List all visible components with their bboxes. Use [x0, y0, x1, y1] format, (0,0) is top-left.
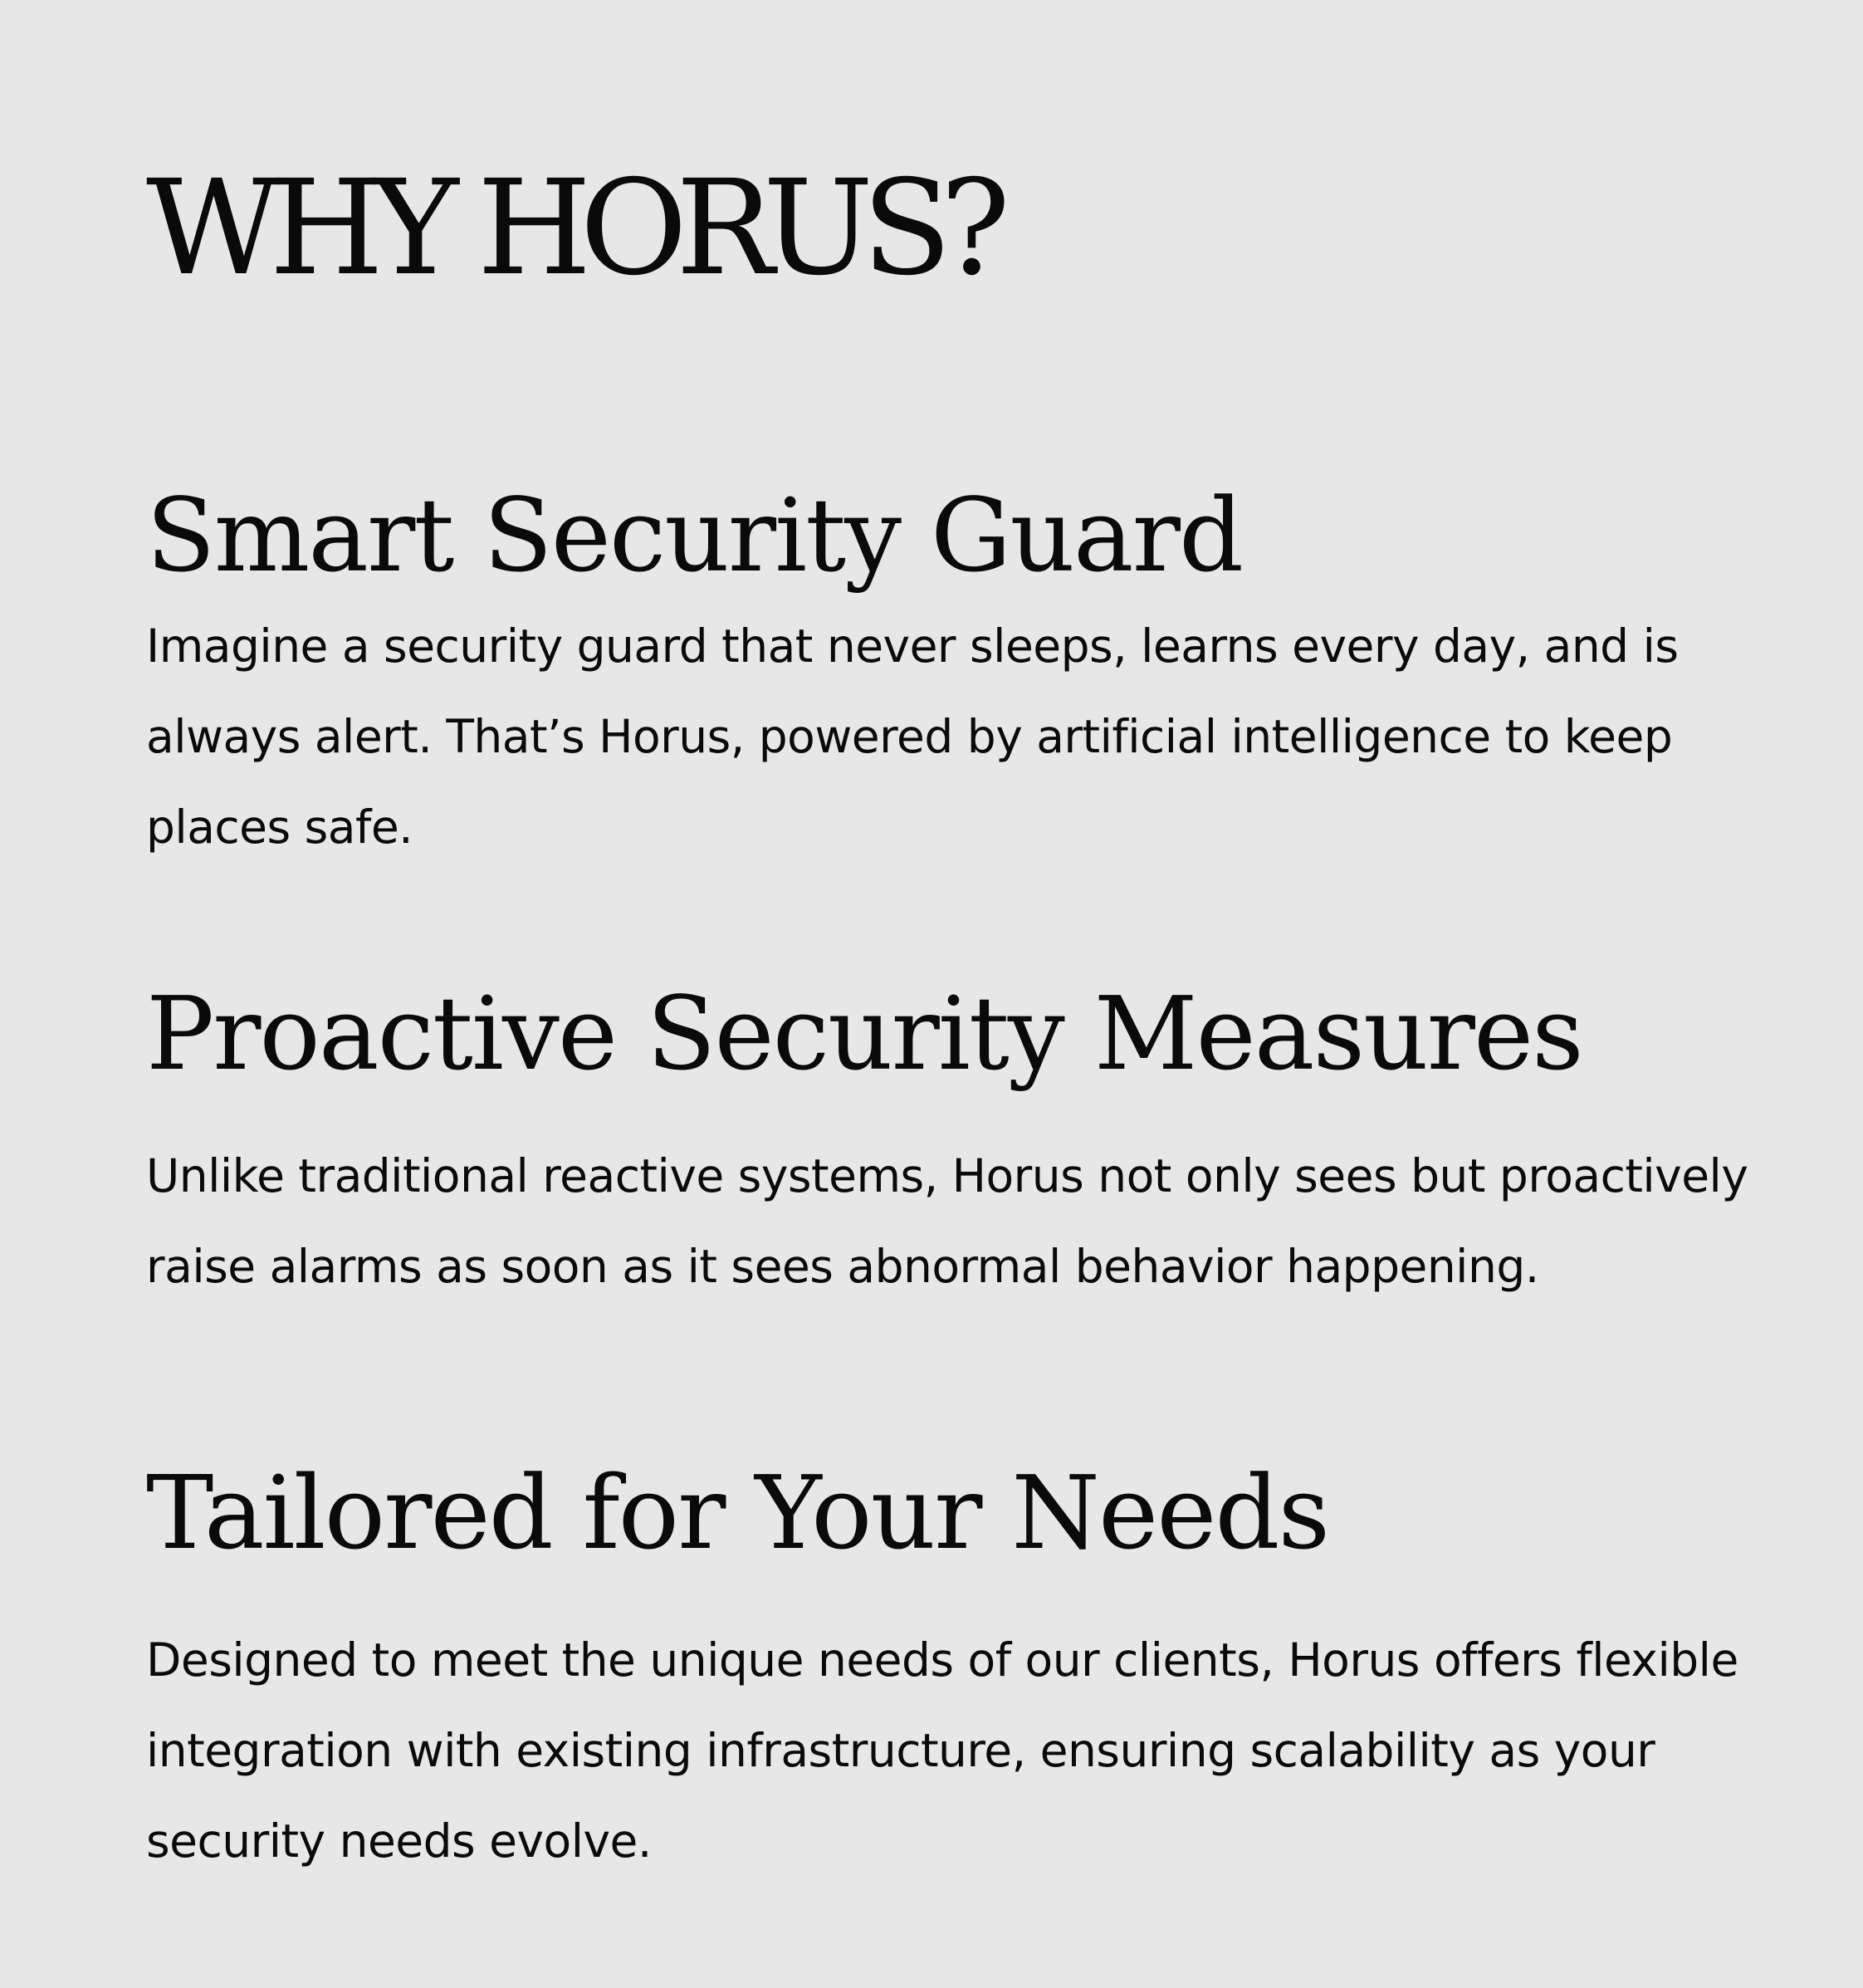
- section-body: Unlike traditional reactive systems, Hor…: [146, 1149, 1748, 1293]
- section-body: Imagine a security guard that never slee…: [146, 619, 1679, 854]
- why-horus-page: WHY HORUS? Smart Security Guard Imagine …: [0, 0, 1863, 1988]
- section-body: Designed to meet the unique needs of our…: [146, 1633, 1738, 1868]
- page-title: WHY HORUS?: [146, 152, 1010, 305]
- section-heading: Proactive Security Measures: [146, 975, 1584, 1093]
- section-heading: Smart Security Guard: [146, 477, 1244, 595]
- section-heading: Tailored for Your Needs: [146, 1454, 1330, 1572]
